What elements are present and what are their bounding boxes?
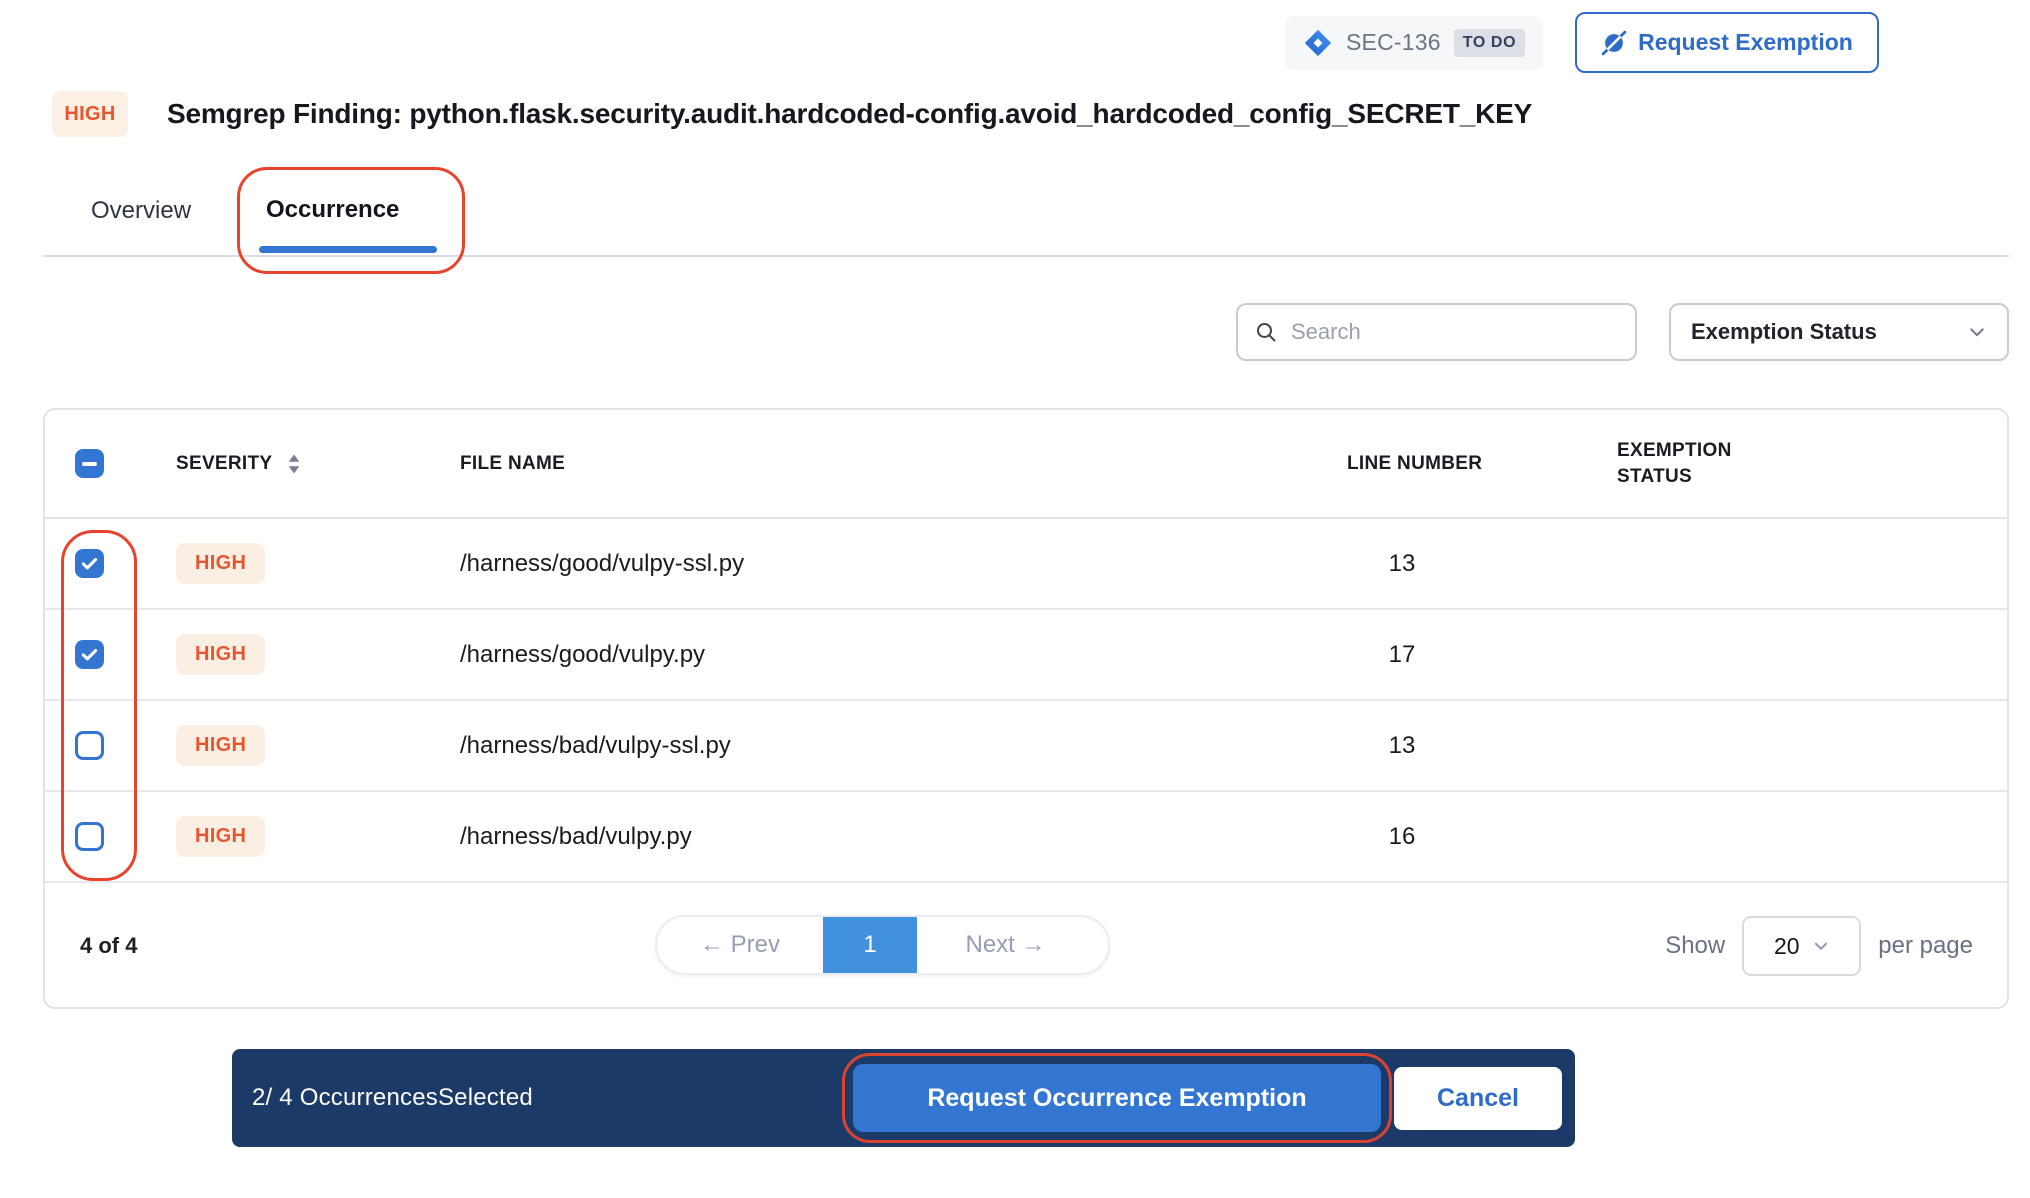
page-size-group: Show 20 per page <box>1665 916 1973 976</box>
file-name-cell: /harness/good/vulpy-ssl.py <box>430 550 1317 578</box>
select-all-checkbox[interactable] <box>75 449 104 478</box>
file-name-cell: /harness/good/vulpy.py <box>430 641 1317 669</box>
request-occurrence-exemption-button[interactable]: Request Occurrence Exemption <box>853 1064 1381 1132</box>
pagination-prev-button[interactable]: ← Prev <box>657 917 823 973</box>
search-box <box>1236 303 1637 361</box>
table-footer: 4 of 4 ← Prev 1 Next → Show 20 per page <box>45 883 2007 1009</box>
line-number-cell: 16 <box>1317 823 1587 851</box>
tab-overview[interactable]: Overview <box>91 197 191 225</box>
row-count-label: 4 of 4 <box>80 933 137 959</box>
row-checkbox[interactable] <box>75 640 104 669</box>
jira-status-badge: TO DO <box>1454 29 1525 57</box>
column-header-line-number: LINE NUMBER <box>1317 453 1587 475</box>
row-checkbox[interactable] <box>75 731 104 760</box>
request-exemption-button[interactable]: Request Exemption <box>1575 12 1879 73</box>
line-number-cell: 13 <box>1317 550 1587 578</box>
severity-badge: HIGH <box>176 543 265 584</box>
jira-ticket-key: SEC-136 <box>1346 29 1441 56</box>
per-page-label: per page <box>1878 932 1973 960</box>
line-number-cell: 17 <box>1317 641 1587 669</box>
table-header-row: SEVERITY FILE NAME LINE NUMBER EXEMPTION… <box>45 410 2007 519</box>
row-checkbox[interactable] <box>75 822 104 851</box>
column-header-file-name: FILE NAME <box>430 453 1317 475</box>
show-label: Show <box>1665 932 1725 960</box>
table-row: HIGH /harness/good/vulpy-ssl.py 13 <box>45 519 2007 610</box>
table-row: HIGH /harness/good/vulpy.py 17 <box>45 610 2007 701</box>
finding-details-page: SEC-136 TO DO Request Exemption HIGH Sem… <box>0 0 2030 1198</box>
exemption-slash-icon <box>1601 30 1627 56</box>
column-header-severity: SEVERITY <box>176 453 272 475</box>
tab-occurrence[interactable]: Occurrence <box>266 196 399 224</box>
severity-badge: HIGH <box>176 816 265 857</box>
search-icon <box>1254 320 1278 344</box>
page-size-select[interactable]: 20 <box>1742 916 1861 976</box>
jira-ticket-chip[interactable]: SEC-136 TO DO <box>1285 16 1543 70</box>
exemption-status-filter-label: Exemption Status <box>1691 319 1877 345</box>
column-header-exemption-status: EXEMPTION STATUS <box>1587 438 1772 489</box>
header-actions: SEC-136 TO DO Request Exemption <box>1285 12 1879 73</box>
chevron-down-icon <box>1812 937 1830 955</box>
sort-severity-icon[interactable] <box>287 454 301 474</box>
row-checkbox[interactable] <box>75 549 104 578</box>
line-number-cell: 13 <box>1317 732 1587 760</box>
selection-count-label: 2/ 4 OccurrencesSelected <box>252 1084 533 1112</box>
pagination-page-1[interactable]: 1 <box>823 917 917 973</box>
cancel-button[interactable]: Cancel <box>1394 1067 1562 1130</box>
table-body: HIGH /harness/good/vulpy-ssl.py 13 HIGH … <box>45 519 2007 883</box>
exemption-status-filter[interactable]: Exemption Status <box>1669 303 2009 361</box>
file-name-cell: /harness/bad/vulpy-ssl.py <box>430 732 1317 760</box>
pagination-next-button[interactable]: Next → <box>917 917 1094 973</box>
chevron-down-icon <box>1967 322 1987 342</box>
table-row: HIGH /harness/bad/vulpy-ssl.py 13 <box>45 701 2007 792</box>
page-title: Semgrep Finding: python.flask.security.a… <box>167 98 1532 130</box>
selection-action-bar: 2/ 4 OccurrencesSelected Request Occurre… <box>232 1049 1575 1147</box>
table-row: HIGH /harness/bad/vulpy.py 16 <box>45 792 2007 883</box>
occurrences-table: SEVERITY FILE NAME LINE NUMBER EXEMPTION… <box>43 408 2009 1009</box>
jira-icon <box>1303 28 1333 58</box>
finding-severity-badge: HIGH <box>52 91 128 137</box>
file-name-cell: /harness/bad/vulpy.py <box>430 823 1317 851</box>
search-input[interactable] <box>1291 319 1619 345</box>
pagination: ← Prev 1 Next → <box>655 915 1110 975</box>
severity-badge: HIGH <box>176 725 265 766</box>
request-exemption-label: Request Exemption <box>1638 29 1853 56</box>
severity-badge: HIGH <box>176 634 265 675</box>
tabs-divider <box>43 255 2009 257</box>
page-size-value: 20 <box>1774 933 1800 960</box>
active-tab-underline <box>259 246 437 253</box>
